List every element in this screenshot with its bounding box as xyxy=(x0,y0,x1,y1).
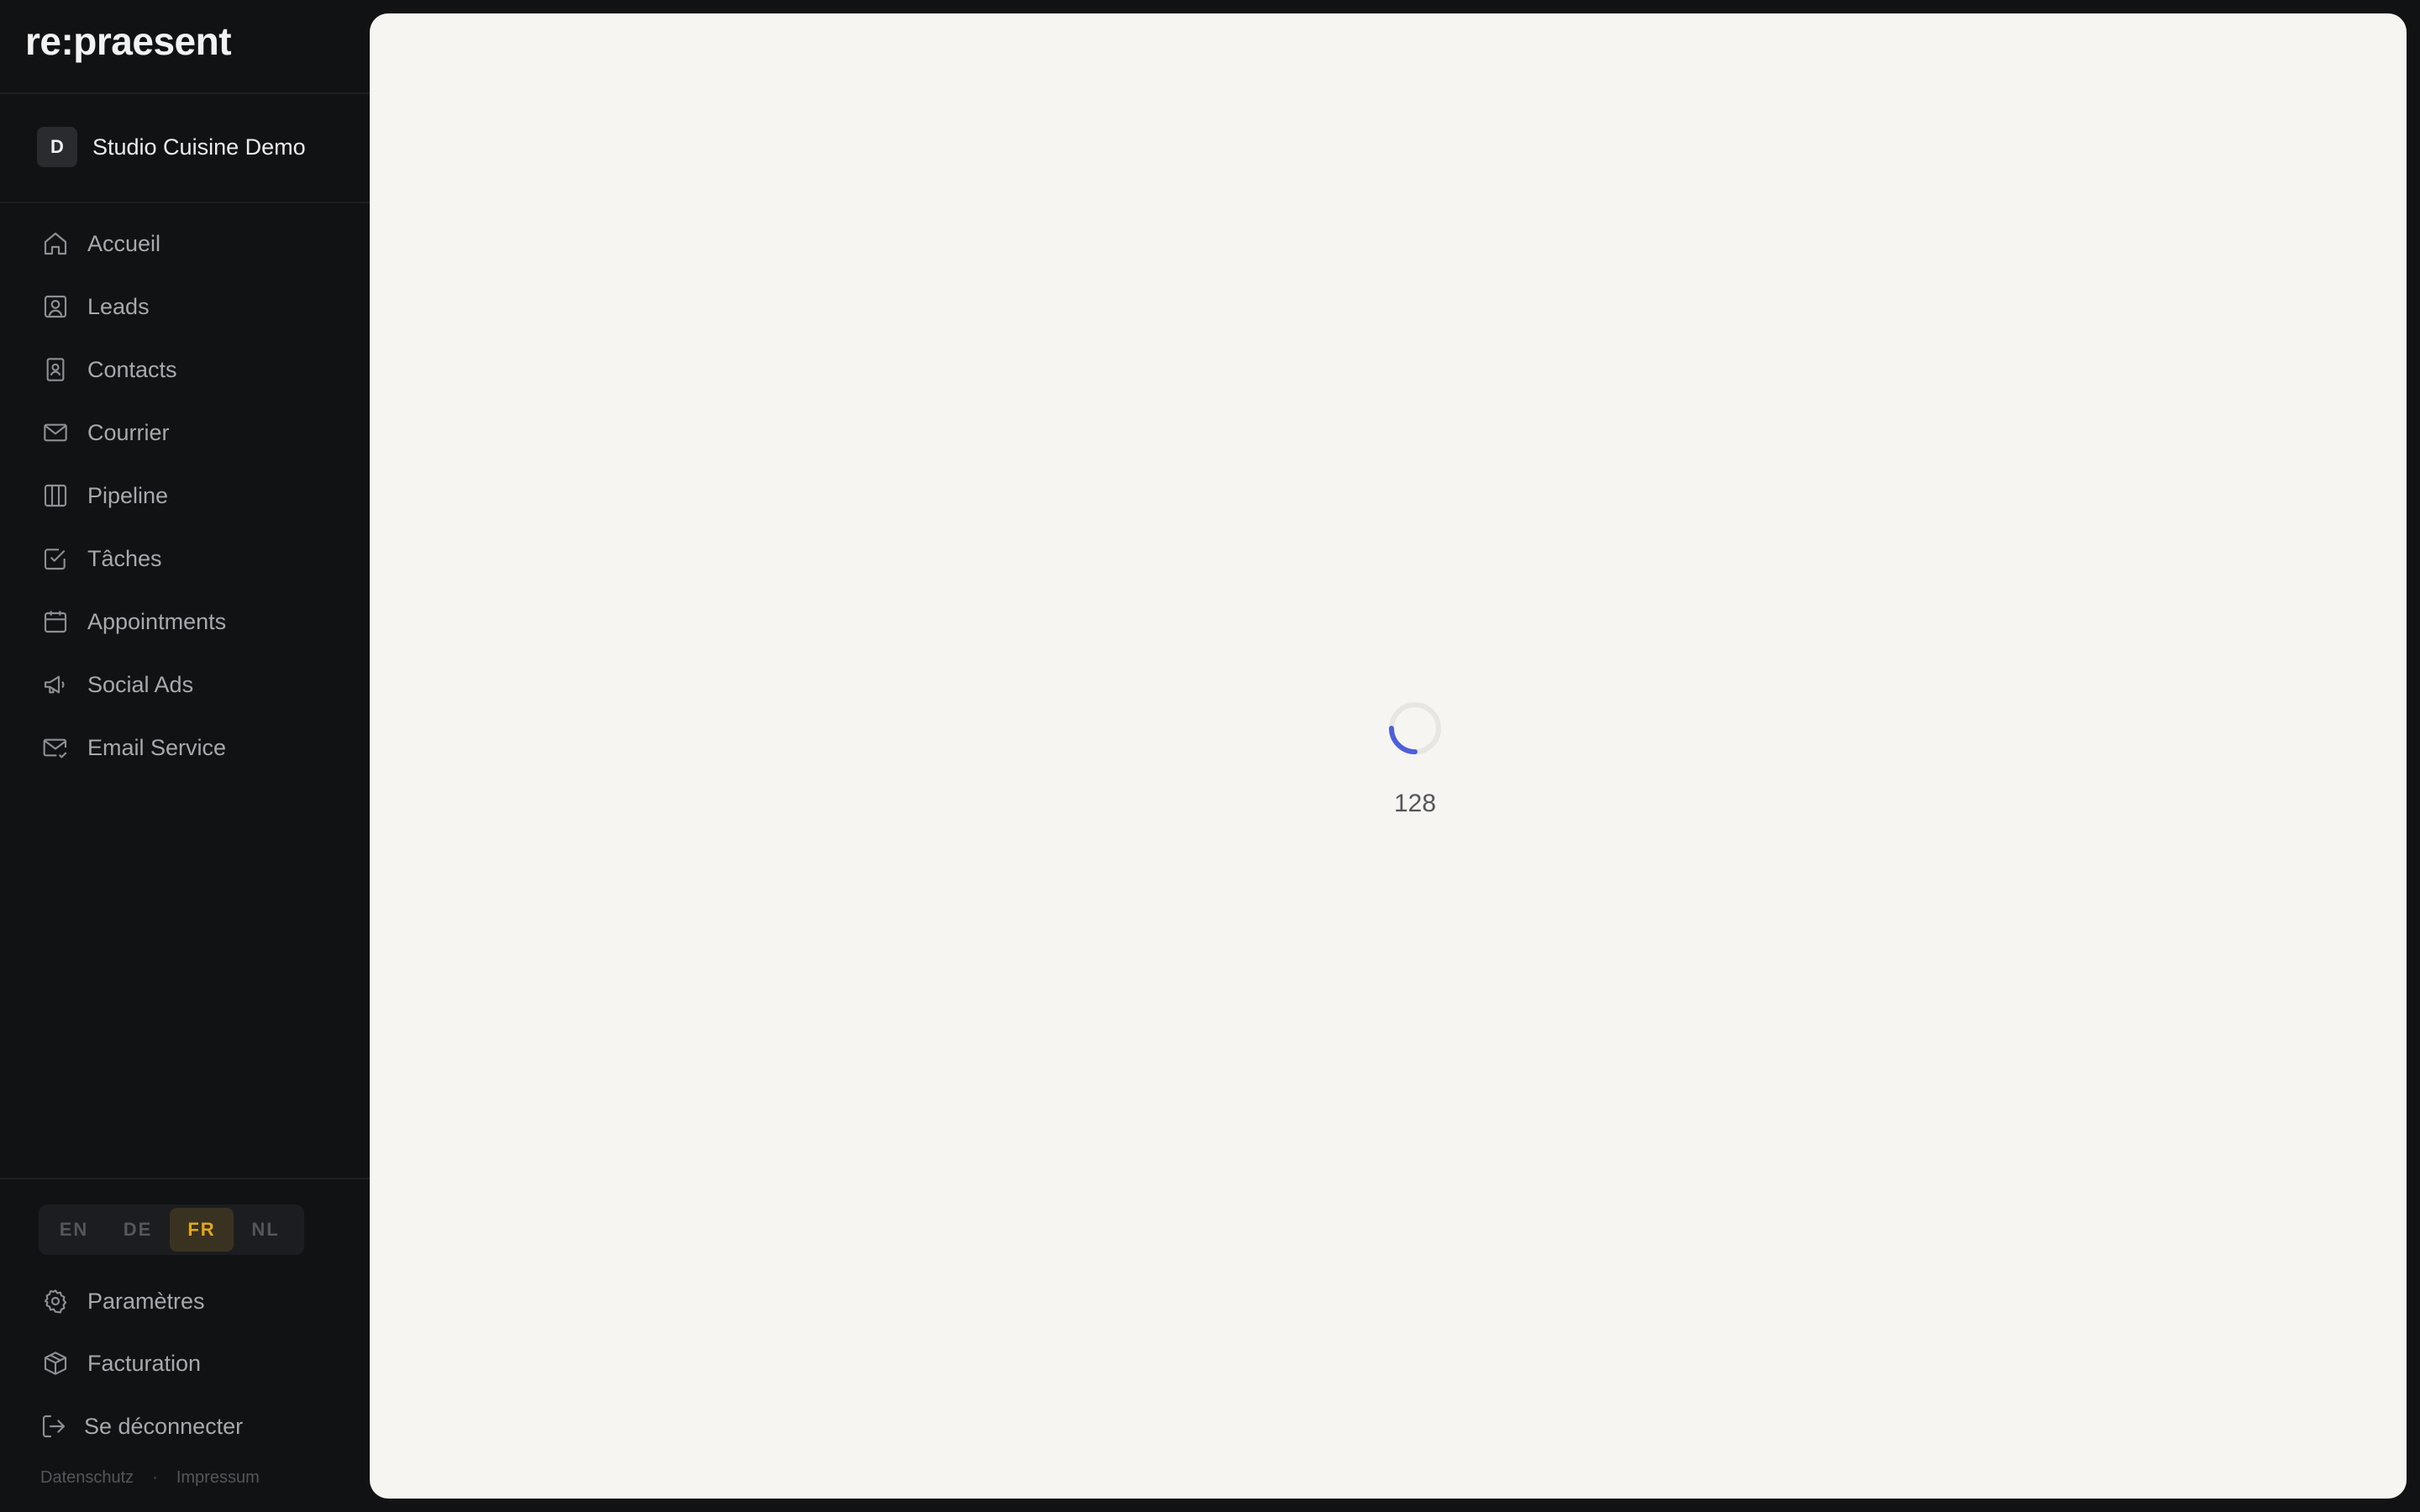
nav-item-social-ads[interactable]: Social Ads xyxy=(39,661,193,708)
workspace-name: Studio Cuisine Demo xyxy=(92,134,306,160)
app-logo[interactable]: re:praesent xyxy=(25,18,232,64)
nav-label: Courrier xyxy=(87,419,170,445)
nav-item-pipeline[interactable]: Pipeline xyxy=(39,472,168,519)
divider xyxy=(0,1178,370,1179)
imprint-link[interactable]: Impressum xyxy=(176,1468,260,1488)
nav-label: Leads xyxy=(87,293,150,319)
mail-check-icon xyxy=(39,731,72,764)
contact-book-icon xyxy=(39,353,72,386)
nav-label: Tâches xyxy=(87,545,162,571)
nav-label: Appointments xyxy=(87,608,227,634)
divider xyxy=(0,202,370,203)
lang-fr-button[interactable]: FR xyxy=(170,1208,234,1252)
lang-nl-button[interactable]: NL xyxy=(234,1208,297,1252)
nav-label: Accueil xyxy=(87,230,161,256)
gear-icon xyxy=(39,1284,72,1318)
lang-de-button[interactable]: DE xyxy=(106,1208,170,1252)
loading-count: 128 xyxy=(1393,790,1437,817)
nav-label: Paramètres xyxy=(87,1288,205,1314)
nav-item-accueil[interactable]: Accueil xyxy=(39,220,160,267)
language-switcher: EN DE FR NL xyxy=(39,1205,304,1255)
nav-label: Se déconnecter xyxy=(84,1413,244,1439)
check-square-icon xyxy=(39,542,72,575)
nav-item-appointments[interactable]: Appointments xyxy=(39,598,226,645)
nav-item-courrier[interactable]: Courrier xyxy=(39,409,170,456)
footer-separator: · xyxy=(152,1468,158,1487)
workspace-switcher[interactable]: D Studio Cuisine Demo xyxy=(37,126,306,168)
workspace-avatar: D xyxy=(37,127,77,167)
privacy-link[interactable]: Datenschutz xyxy=(40,1468,134,1488)
sidebar: re:praesent D Studio Cuisine Demo Accuei… xyxy=(0,0,370,1512)
nav-item-facturation[interactable]: Facturation xyxy=(39,1340,201,1387)
nav-label: Social Ads xyxy=(87,671,194,697)
user-square-icon xyxy=(39,290,72,323)
divider xyxy=(0,92,370,94)
nav-label: Facturation xyxy=(87,1350,202,1376)
nav-label: Email Service xyxy=(87,734,227,760)
nav-item-taches[interactable]: Tâches xyxy=(39,535,162,582)
lang-en-button[interactable]: EN xyxy=(42,1208,106,1252)
package-icon xyxy=(39,1347,72,1380)
footer-links: Datenschutz · Impressum xyxy=(40,1468,260,1488)
nav-item-email-service[interactable]: Email Service xyxy=(39,724,226,771)
nav-label: Pipeline xyxy=(87,482,169,508)
nav-label: Contacts xyxy=(87,356,177,382)
megaphone-icon xyxy=(39,668,72,701)
nav-item-parametres[interactable]: Paramètres xyxy=(39,1278,205,1325)
logout-button[interactable]: Se déconnecter xyxy=(37,1403,243,1450)
loading-spinner-icon xyxy=(1389,702,1441,754)
main-content: 128 xyxy=(370,13,2407,1499)
calendar-icon xyxy=(39,605,72,638)
logout-icon xyxy=(37,1410,71,1443)
nav-item-leads[interactable]: Leads xyxy=(39,283,150,330)
home-icon xyxy=(39,227,72,260)
columns-icon xyxy=(39,479,72,512)
nav-item-contacts[interactable]: Contacts xyxy=(39,346,177,393)
mail-icon xyxy=(39,416,72,449)
